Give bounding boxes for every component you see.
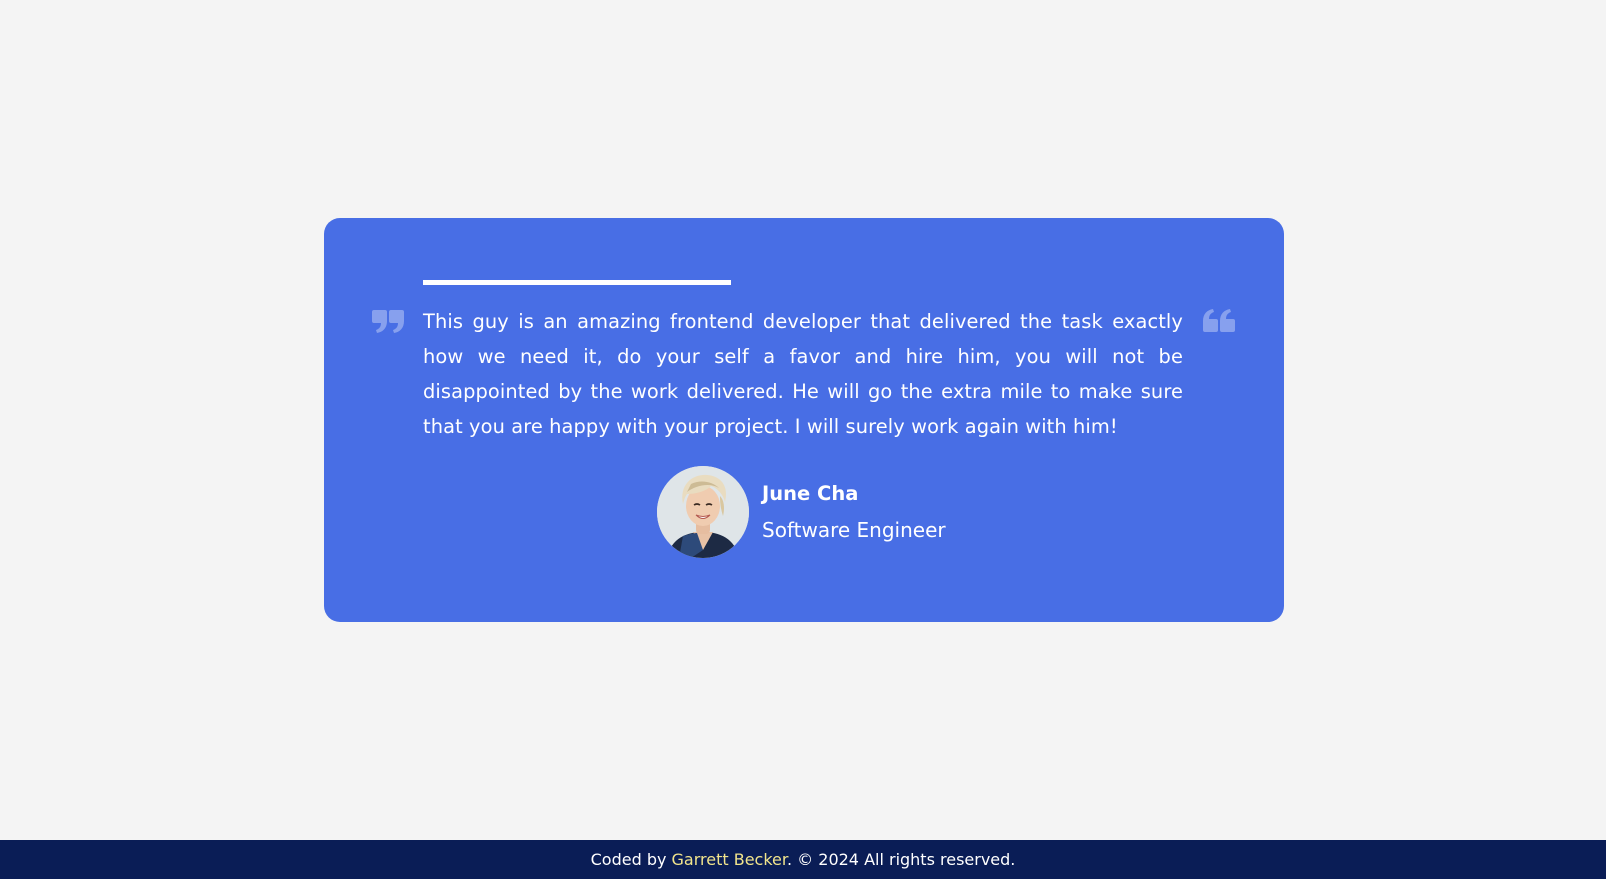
avatar	[657, 466, 749, 558]
quote-close-icon	[1201, 308, 1235, 334]
testimonial-card: This guy is an amazing frontend develope…	[324, 218, 1284, 622]
footer: Coded by Garrett Becker. © 2024 All righ…	[0, 840, 1606, 879]
testimonial-progress-bar	[423, 280, 731, 285]
testimonial-progress-fill	[423, 280, 731, 285]
footer-suffix: . © 2024 All rights reserved.	[787, 850, 1016, 869]
quote-open-icon	[372, 308, 406, 334]
footer-author-link[interactable]: Garrett Becker	[672, 850, 787, 869]
footer-prefix: Coded by	[590, 850, 672, 869]
page: This guy is an amazing frontend develope…	[0, 0, 1606, 879]
testimonial-quote: This guy is an amazing frontend develope…	[423, 310, 1183, 438]
author-name: June Cha	[762, 482, 859, 505]
author-info: June Cha Software Engineer	[762, 482, 946, 542]
avatar-photo	[657, 466, 749, 558]
testimonial-author: June Cha Software Engineer	[657, 466, 946, 558]
author-role: Software Engineer	[762, 518, 946, 542]
